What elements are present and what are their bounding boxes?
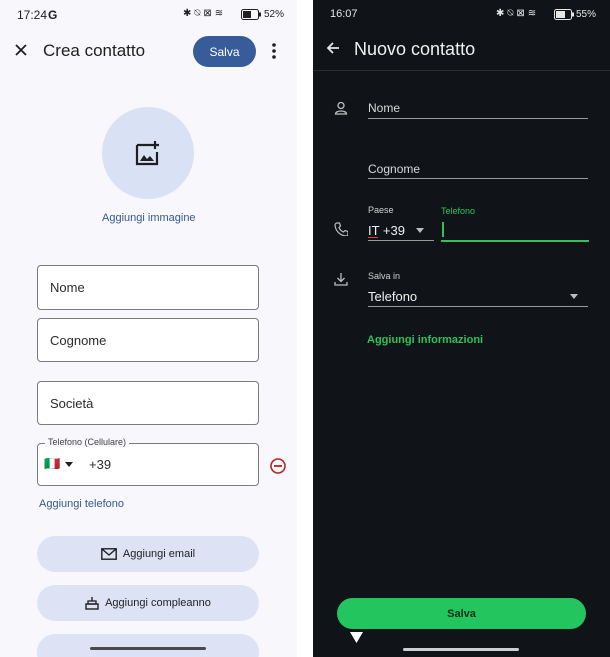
add-email-label: Aggiungi email — [122, 548, 196, 560]
phone-label: Telefono — [441, 206, 476, 216]
cake-icon — [85, 597, 99, 610]
back-arrow-icon[interactable] — [326, 41, 340, 55]
right-screen: 16:07 ✱⍉⊠≋ 55% Nuovo contatto Nome Cogno… — [313, 0, 610, 657]
last-name-field[interactable]: Cognome — [37, 318, 259, 362]
add-birthday-button[interactable]: Aggiungi compleanno — [37, 585, 259, 621]
wifi-icon: ≋ — [214, 8, 227, 19]
remove-circle-icon[interactable] — [269, 457, 287, 475]
status-time: 17:24 — [17, 8, 48, 22]
last-name-underline — [368, 178, 588, 179]
company-field[interactable]: Società — [37, 381, 259, 425]
gesture-bar — [90, 647, 206, 650]
mail-icon — [101, 548, 117, 560]
left-screen: 17:24 G ✱⍉⊠≋ 52% Crea contatto Salva Agg… — [0, 0, 297, 657]
battery-icon — [241, 9, 261, 20]
close-icon[interactable] — [14, 43, 28, 57]
phone-field-label: Telefono (Cellulare) — [45, 437, 130, 447]
status-icons: ✱⍉⊠≋ — [496, 8, 539, 19]
sim-icon: ⊠ — [203, 8, 215, 19]
add-info-link[interactable]: Aggiungi informazioni — [367, 334, 483, 346]
panel-divider — [297, 0, 313, 657]
add-image-link[interactable]: Aggiungi immagine — [102, 212, 196, 224]
add-email-button[interactable]: Aggiungi email — [37, 536, 259, 572]
sim-icon: ⊠ — [516, 8, 528, 19]
more-options-pill[interactable] — [37, 634, 259, 657]
phone-input[interactable] — [441, 240, 589, 242]
status-time: 16:07 — [330, 8, 358, 20]
battery-level: 55% — [576, 9, 597, 20]
gesture-bar — [403, 648, 519, 651]
first-name-underline — [368, 118, 588, 119]
spellcheck-underline — [368, 237, 378, 238]
country-underline — [368, 240, 434, 241]
bluetooth-icon: ✱ — [496, 8, 508, 19]
add-photo-icon — [135, 141, 159, 166]
download-icon — [334, 273, 348, 286]
bluetooth-icon: ✱ — [183, 8, 195, 19]
phone-icon — [334, 222, 348, 236]
app-bar-divider — [313, 70, 610, 71]
add-phone-link[interactable]: Aggiungi telefono — [39, 498, 124, 510]
country-code-value[interactable]: IT +39 — [368, 223, 405, 238]
battery-level: 52% — [264, 9, 285, 20]
save-in-value[interactable]: Telefono — [368, 289, 417, 304]
battery-icon — [554, 9, 574, 20]
page-title: Crea contatto — [43, 41, 146, 60]
avatar-add-image[interactable] — [102, 107, 194, 199]
add-birthday-label: Aggiungi compleanno — [105, 597, 211, 609]
country-dropdown-icon[interactable] — [416, 228, 424, 233]
person-icon — [334, 101, 348, 115]
save-in-underline — [368, 306, 588, 307]
phone-prefix: +39 — [89, 457, 112, 472]
wifi-icon: ≋ — [527, 8, 540, 19]
text-cursor — [442, 222, 444, 237]
status-icons: ✱⍉⊠≋ — [183, 8, 226, 19]
more-options-icon[interactable] — [270, 42, 278, 60]
page-title: Nuovo contatto — [354, 39, 476, 59]
country-dropdown-icon[interactable] — [65, 462, 73, 467]
keyboard-hide-icon[interactable] — [350, 632, 363, 643]
save-in-dropdown-icon[interactable] — [570, 294, 578, 299]
save-in-label: Salva in — [368, 271, 401, 281]
save-button[interactable]: Salva — [337, 598, 586, 629]
italy-flag-icon: 🇮🇹 — [44, 456, 61, 471]
last-name-field[interactable]: Cognome — [368, 162, 420, 176]
first-name-field[interactable]: Nome — [368, 101, 400, 115]
save-button[interactable]: Salva — [193, 36, 256, 67]
first-name-field[interactable]: Nome — [37, 265, 259, 310]
google-logo: G — [48, 8, 58, 22]
country-label: Paese — [368, 205, 394, 215]
